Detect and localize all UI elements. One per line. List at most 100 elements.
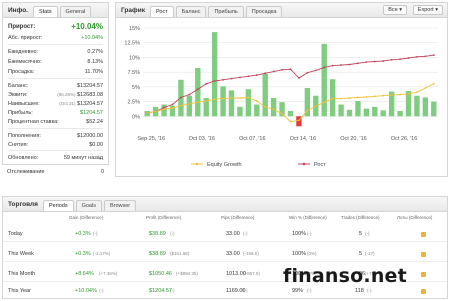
tab-general[interactable]: General bbox=[59, 6, 92, 17]
col-profit[interactable]: Profit (Difference) bbox=[146, 215, 181, 220]
equity-point bbox=[196, 101, 199, 104]
profit-cell: $38.89 bbox=[149, 251, 166, 257]
tab-balance[interactable]: Баланс bbox=[175, 6, 207, 17]
highest-date: (Oct 31) bbox=[59, 100, 76, 106]
gain-diff: (-) bbox=[99, 288, 104, 293]
growth-point bbox=[196, 88, 199, 91]
growth-point bbox=[432, 54, 435, 56]
col-win[interactable]: Win % (Difference) bbox=[289, 215, 327, 220]
gain-cell: +0.3% bbox=[75, 231, 91, 237]
trades-cell: 118 bbox=[355, 288, 364, 294]
growth-point bbox=[399, 58, 401, 61]
growth-point bbox=[230, 77, 233, 80]
daily-bar bbox=[195, 68, 201, 117]
withdrawals-value: $0.00 bbox=[89, 141, 103, 148]
win-cell: 99% bbox=[292, 288, 304, 294]
profit-diff: (-) bbox=[170, 288, 175, 293]
daily-bar bbox=[380, 110, 386, 117]
updated-value: 59 минут назад bbox=[63, 154, 103, 161]
abs-gain-value: +10.04% bbox=[81, 34, 103, 41]
equity-point bbox=[239, 97, 241, 99]
daily-bar bbox=[186, 95, 193, 117]
daily-bar bbox=[254, 104, 260, 117]
tab-drawdown[interactable]: Просадка bbox=[245, 6, 283, 17]
chevron-down-icon: ▾ bbox=[435, 7, 438, 13]
equity-label: Эквити: bbox=[8, 91, 28, 98]
growth-point bbox=[289, 68, 292, 71]
lots-icon[interactable] bbox=[421, 289, 426, 294]
updated-row: Обновлено: 59 минут назад bbox=[8, 153, 103, 162]
tab-profit[interactable]: Прибыль bbox=[208, 6, 244, 17]
export-button[interactable]: Export ▾ bbox=[412, 5, 443, 15]
growth-point bbox=[247, 75, 250, 78]
trades-cell: 5 bbox=[359, 231, 363, 237]
profit-cell: $38.89 bbox=[149, 231, 166, 237]
balance-row: Баланс: $13204.57 bbox=[8, 81, 103, 90]
col-gain[interactable]: Gain (Difference) bbox=[69, 215, 103, 220]
profit-row: Прибыль: $1204.57 bbox=[8, 108, 103, 117]
x-tick-label: Oct 07, '16 bbox=[239, 136, 265, 142]
growth-chart: 0% 2.5% 5% 7.5% 10% 12.5% 15% Sep 25, '16 Oct 03… bbox=[124, 26, 438, 168]
growth-point bbox=[390, 58, 393, 61]
legend-equity-label: Equity Growth bbox=[207, 162, 242, 168]
x-tick-label: Oct 20, '16 bbox=[340, 136, 366, 142]
pips-cell: 33.00 bbox=[226, 231, 240, 237]
col-pips[interactable]: Pips (Difference) bbox=[221, 215, 254, 220]
daily-bar bbox=[372, 106, 378, 117]
growth-point bbox=[382, 60, 385, 62]
growth-point bbox=[357, 62, 359, 65]
tab-browser[interactable]: Browser bbox=[103, 200, 137, 211]
range-dropdown[interactable]: Все ▾ bbox=[383, 5, 407, 15]
tab-goals[interactable]: Goals bbox=[75, 200, 102, 211]
equity-point bbox=[399, 93, 401, 96]
daily-row: Ежедневно: 0.27% bbox=[8, 47, 103, 56]
highest-label: Наивысшее: bbox=[8, 100, 40, 107]
win-cell: 100% bbox=[292, 231, 307, 237]
growth-point bbox=[255, 74, 258, 76]
gain-value: +10.04% bbox=[71, 22, 103, 31]
lots-icon[interactable] bbox=[421, 252, 426, 257]
equity-point bbox=[424, 87, 427, 89]
deposits-value: $12000.00 bbox=[77, 132, 103, 139]
equity-percent: (96.26%) bbox=[57, 91, 76, 97]
tracking-label: Отслеживание bbox=[7, 168, 45, 175]
gain-diff: (-1.17%) bbox=[93, 251, 111, 256]
drawdown-label: Просадка: bbox=[8, 68, 35, 75]
win-diff: (-) bbox=[307, 288, 312, 293]
equity-point bbox=[213, 98, 216, 101]
legend-growth-label: Рост bbox=[314, 162, 326, 168]
lots-icon[interactable] bbox=[421, 232, 426, 237]
trading-header: Торговля Periods Goals Browser bbox=[3, 197, 447, 212]
balance-value: $13204.57 bbox=[77, 82, 103, 89]
pips-cell: 33.00 bbox=[226, 251, 240, 257]
gain-diff: (-) bbox=[93, 231, 98, 236]
win-cell: 100% bbox=[292, 251, 307, 257]
col-trades[interactable]: Trades (Difference) bbox=[341, 215, 380, 220]
daily-bar bbox=[287, 110, 294, 117]
y-tick-label: 12.5% bbox=[124, 41, 140, 47]
col-lots[interactable]: Лоты (Difference) bbox=[397, 215, 432, 220]
interest-row: Процентная ставка: $52.24 bbox=[8, 117, 103, 126]
lots-icon[interactable] bbox=[421, 272, 426, 277]
info-panel: Инфо. Stats General Прирост: +10.04% Абс… bbox=[2, 2, 109, 165]
deposits-label: Пополнения: bbox=[8, 132, 41, 139]
equity-point bbox=[180, 104, 182, 107]
pips-diff: (-) bbox=[243, 288, 248, 293]
tab-periods[interactable]: Periods bbox=[42, 200, 74, 211]
growth-point bbox=[331, 64, 334, 67]
monthly-label: Ежемесячно: bbox=[8, 58, 42, 65]
daily-bar bbox=[321, 43, 327, 117]
pips-diff: (-) bbox=[243, 231, 248, 236]
deposits-row: Пополнения: $12000.00 bbox=[8, 131, 103, 140]
tab-growth[interactable]: Рост bbox=[149, 6, 174, 17]
tab-stats[interactable]: Stats bbox=[32, 6, 58, 17]
table-header: Gain (Difference) Profit (Difference) Pi… bbox=[3, 215, 447, 223]
table-row: Today +0.3% (-) $38.89 (-) 33.00 (-) 100% (-) 5 (-… bbox=[3, 229, 447, 242]
chevron-down-icon: ▾ bbox=[399, 7, 402, 13]
equity-point bbox=[416, 91, 418, 94]
y-tick-label: 2.5% bbox=[127, 100, 140, 106]
daily-label: Ежедневно: bbox=[8, 48, 39, 55]
equity-point bbox=[323, 101, 326, 104]
growth-point bbox=[365, 61, 368, 64]
equity-value: $12683.08 bbox=[77, 91, 103, 98]
